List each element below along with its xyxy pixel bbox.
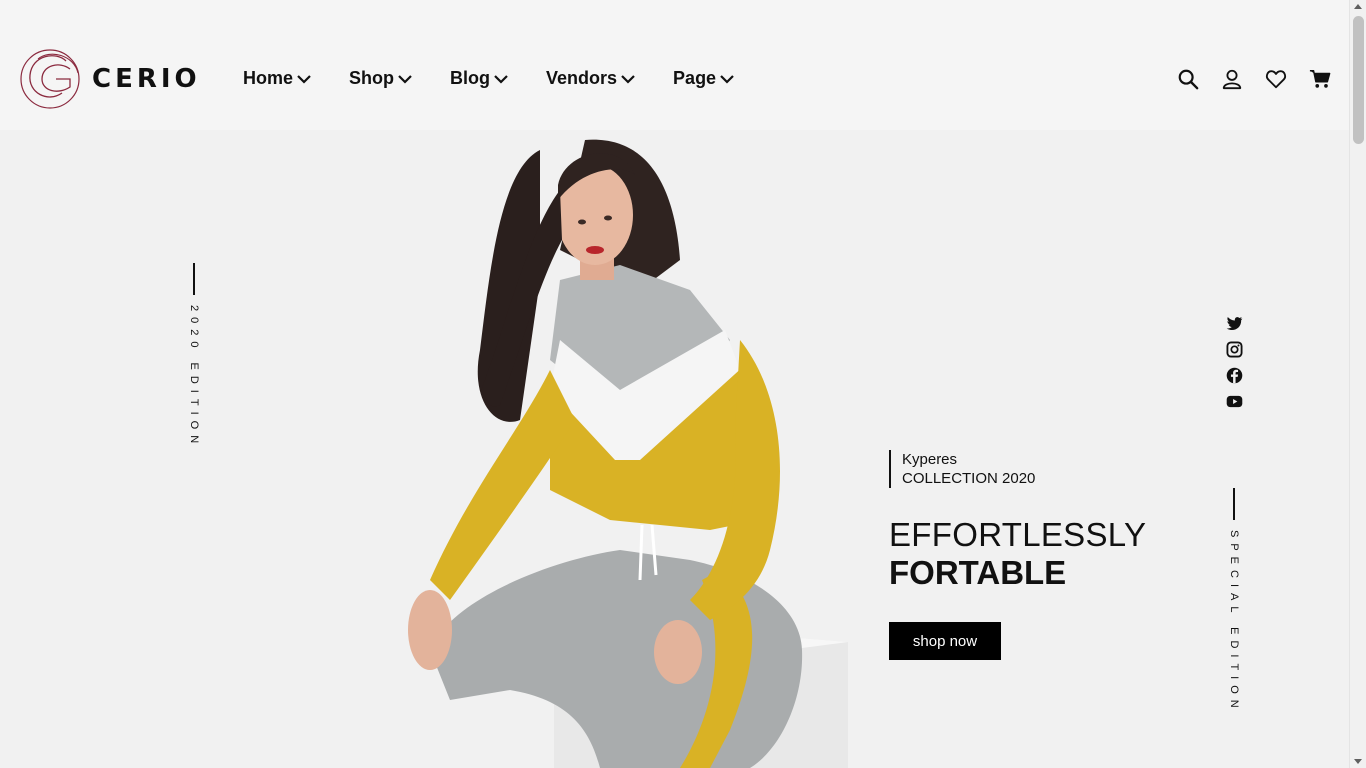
nav-item-shop[interactable]: Shop bbox=[349, 68, 412, 89]
brand-logo[interactable]: CERIO bbox=[20, 47, 201, 111]
instagram-icon bbox=[1225, 340, 1243, 358]
chevron-down-icon bbox=[621, 74, 635, 84]
scroll-thumb[interactable] bbox=[1353, 16, 1364, 144]
vertical-special-edition-text: SPECIAL EDITION bbox=[1228, 530, 1240, 714]
scroll-down-arrow-icon[interactable] bbox=[1354, 759, 1362, 764]
nav-item-home[interactable]: Home bbox=[243, 68, 311, 89]
social-links bbox=[1224, 313, 1244, 417]
search-icon bbox=[1178, 69, 1199, 90]
chevron-down-icon bbox=[494, 74, 508, 84]
shop-now-button[interactable]: shop now bbox=[889, 622, 1001, 660]
edition-label-left: 2020 EDITION bbox=[188, 263, 200, 449]
twitter-link[interactable] bbox=[1224, 313, 1244, 333]
collection-caption: Kyperes COLLECTION 2020 bbox=[889, 450, 1035, 488]
divider-line bbox=[1233, 488, 1235, 520]
brand-name: CERIO bbox=[92, 64, 201, 94]
nav-item-blog[interactable]: Blog bbox=[450, 68, 508, 89]
scroll-up-arrow-icon[interactable] bbox=[1354, 4, 1362, 9]
facebook-link[interactable] bbox=[1224, 365, 1244, 385]
chevron-down-icon bbox=[297, 74, 311, 84]
edition-label-right: SPECIAL EDITION bbox=[1228, 488, 1240, 714]
cerio-logo-icon bbox=[20, 49, 80, 109]
hero-headline-light: EFFORTLESSLY bbox=[889, 516, 1147, 553]
instagram-link[interactable] bbox=[1224, 339, 1244, 359]
facebook-icon bbox=[1226, 367, 1242, 383]
cart-button[interactable] bbox=[1307, 66, 1333, 92]
twitter-icon bbox=[1226, 316, 1242, 330]
hero-headline-bold: FORTABLE bbox=[889, 554, 1067, 591]
youtube-link[interactable] bbox=[1224, 391, 1244, 411]
youtube-icon bbox=[1226, 395, 1242, 407]
account-button[interactable] bbox=[1219, 66, 1245, 92]
nav-item-label: Home bbox=[243, 68, 294, 88]
chevron-down-icon bbox=[398, 74, 412, 84]
header-actions bbox=[1157, 66, 1333, 92]
cart-icon bbox=[1309, 70, 1331, 88]
nav-item-page[interactable]: Page bbox=[673, 68, 734, 89]
nav-item-label: Blog bbox=[450, 68, 491, 88]
chevron-down-icon bbox=[720, 74, 734, 84]
nav-item-label: Page bbox=[673, 68, 717, 88]
hero-model-image bbox=[408, 139, 848, 768]
page-scrollbar[interactable] bbox=[1349, 0, 1366, 768]
divider-line bbox=[193, 263, 195, 295]
vertical-edition-text: 2020 EDITION bbox=[188, 305, 200, 450]
wishlist-button[interactable] bbox=[1263, 66, 1289, 92]
caption-brand: Kyperes bbox=[902, 451, 958, 468]
search-button[interactable] bbox=[1175, 66, 1201, 92]
site-header: CERIO Home Shop Blog Vendors Page bbox=[0, 0, 1349, 130]
heart-icon bbox=[1266, 70, 1286, 89]
user-icon bbox=[1222, 69, 1242, 90]
nav-item-label: Shop bbox=[349, 68, 395, 88]
nav-item-vendors[interactable]: Vendors bbox=[546, 68, 635, 89]
main-nav: Home Shop Blog Vendors Page bbox=[243, 68, 772, 89]
caption-collection: COLLECTION 2020 bbox=[902, 470, 1036, 487]
nav-item-label: Vendors bbox=[546, 68, 618, 88]
hero-banner: 2020 EDITION Kyperes COLLECTION 2020 EFF… bbox=[0, 130, 1349, 768]
